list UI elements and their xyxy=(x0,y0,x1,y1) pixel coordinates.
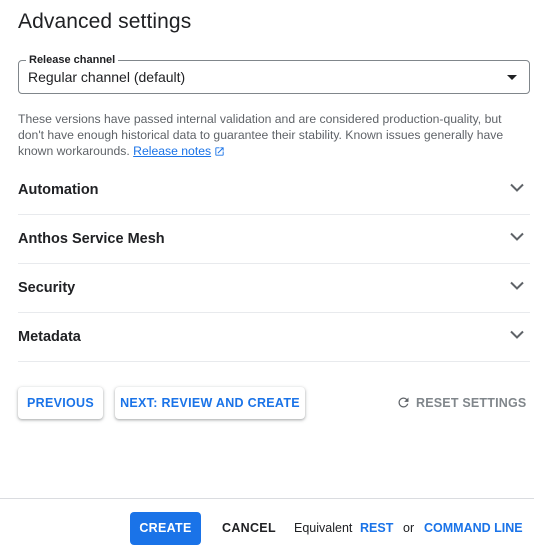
next-review-and-create-button[interactable]: NEXT: REVIEW AND CREATE xyxy=(115,387,305,419)
reset-settings-button[interactable]: RESET SETTINGS xyxy=(396,395,526,410)
section-label: Metadata xyxy=(18,329,81,345)
external-link-icon xyxy=(215,147,224,156)
section-label: Anthos Service Mesh xyxy=(18,231,165,247)
section-anthos-service-mesh[interactable]: Anthos Service Mesh xyxy=(18,215,530,264)
chevron-down-icon xyxy=(510,281,524,290)
description-text: These versions have passed internal vali… xyxy=(18,112,504,158)
release-channel-label: Release channel xyxy=(26,53,119,67)
rest-link[interactable]: REST xyxy=(360,521,393,535)
previous-button[interactable]: PREVIOUS xyxy=(18,387,103,419)
or-label: or xyxy=(403,521,415,535)
release-channel-value: Regular channel (default) xyxy=(28,69,186,85)
chevron-down-icon xyxy=(510,330,524,339)
section-security[interactable]: Security xyxy=(18,264,530,313)
page-title: Advanced settings xyxy=(18,10,192,33)
release-notes-link[interactable]: Release notes xyxy=(133,144,225,158)
section-automation[interactable]: Automation xyxy=(18,166,530,215)
section-metadata[interactable]: Metadata xyxy=(18,313,530,362)
command-line-link[interactable]: COMMAND LINE xyxy=(424,521,523,535)
section-label: Security xyxy=(18,280,76,296)
release-channel-select[interactable]: Release channel Regular channel (default… xyxy=(18,53,530,94)
create-button[interactable]: CREATE xyxy=(130,512,201,545)
footer-bar: CREATE CANCEL Equivalent REST or COMMAND… xyxy=(0,498,534,556)
reset-settings-label: RESET SETTINGS xyxy=(416,395,527,410)
cancel-button[interactable]: CANCEL xyxy=(222,521,276,535)
release-channel-description: These versions have passed internal vali… xyxy=(18,111,530,159)
section-label: Automation xyxy=(18,182,99,198)
refresh-icon xyxy=(398,397,409,408)
caret-down-icon xyxy=(507,75,517,80)
release-notes-link-label: Release notes xyxy=(133,144,212,158)
equivalent-label: Equivalent xyxy=(294,521,353,535)
chevron-down-icon xyxy=(510,232,524,241)
chevron-down-icon xyxy=(510,183,524,192)
